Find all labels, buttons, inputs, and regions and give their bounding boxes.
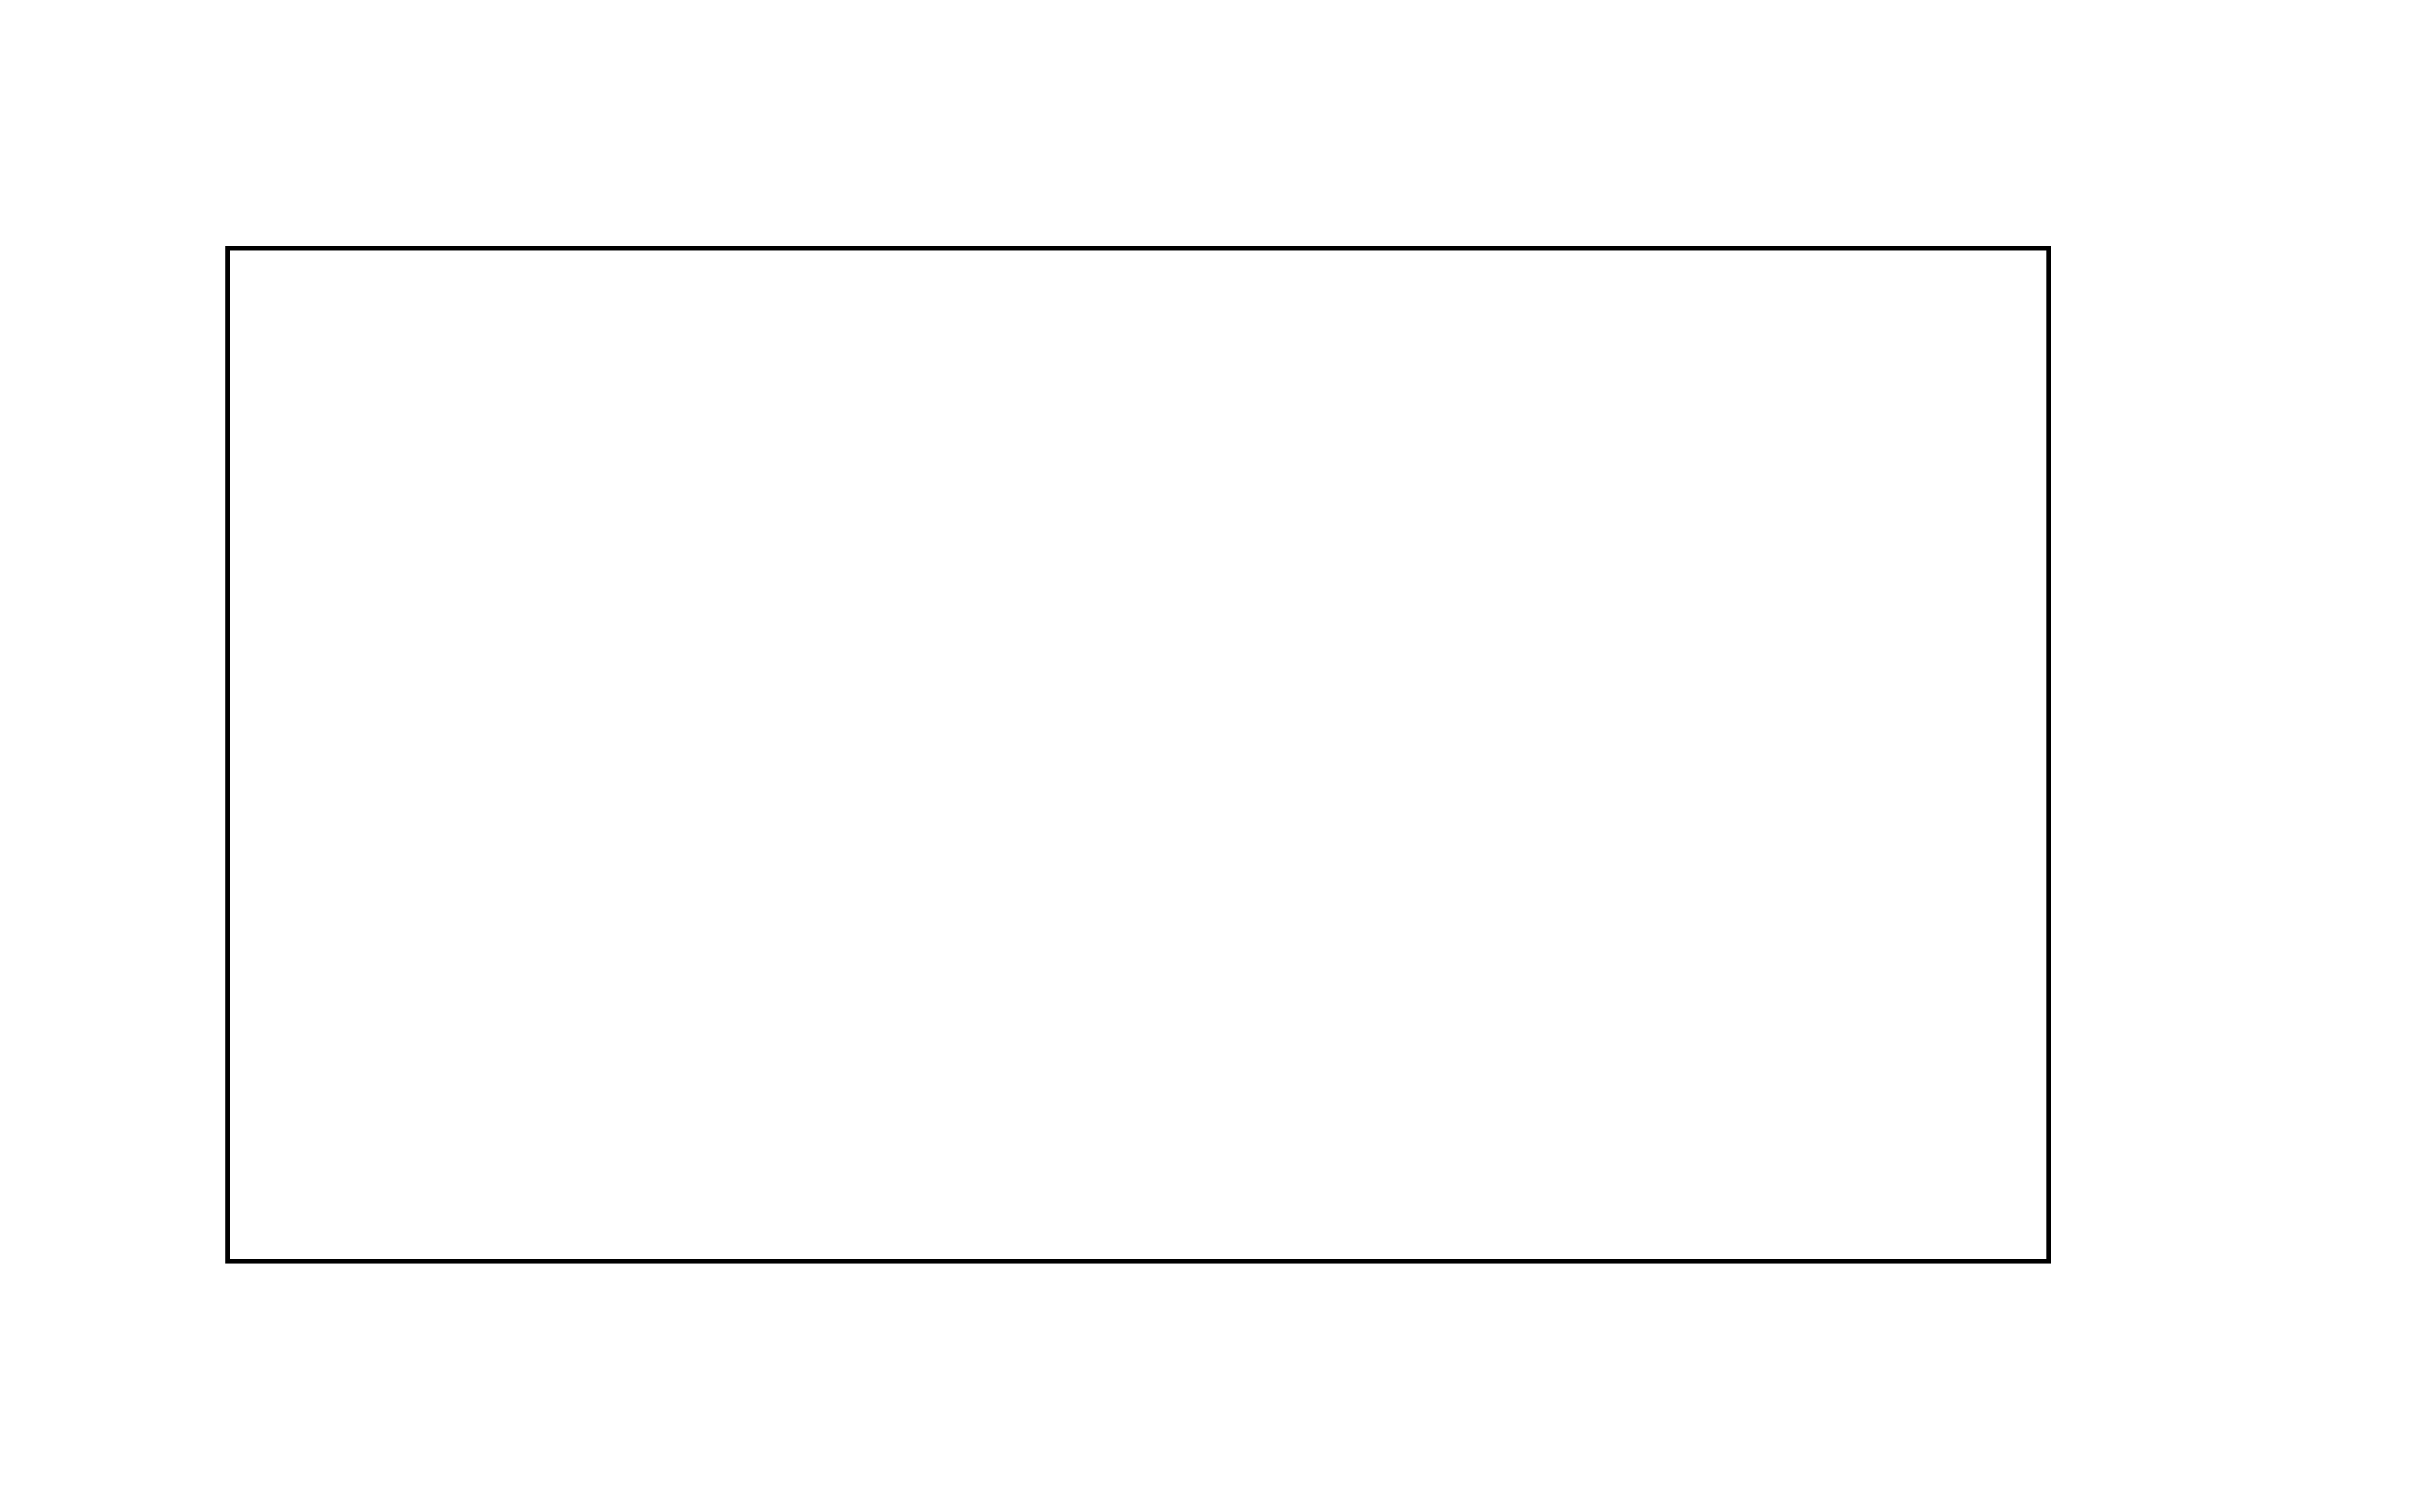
plot-area	[225, 246, 2051, 1264]
legend-swatch-normal	[2105, 772, 2138, 805]
legend-swatch-tumor	[2105, 712, 2138, 745]
chart-canvas	[0, 0, 2420, 1512]
